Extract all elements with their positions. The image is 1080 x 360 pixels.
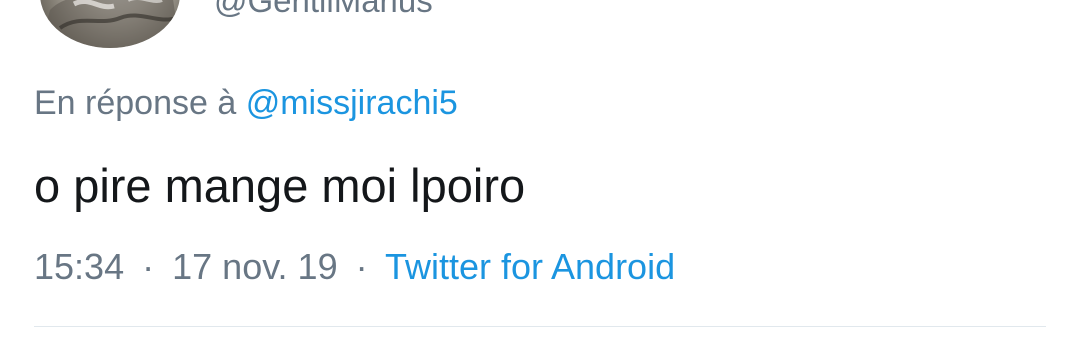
reply-mention-link[interactable]: @missjirachi5 xyxy=(246,84,458,122)
meta-separator: · xyxy=(355,246,368,287)
tweet-time: 15:34 xyxy=(34,246,125,287)
reply-prefix: En réponse à xyxy=(34,84,237,122)
reply-context: En réponse à @missjirachi5 xyxy=(34,84,458,122)
tweet-meta: 15:34 · 17 nov. 19 · Twitter for Android xyxy=(34,247,675,287)
tweet-detail: @GentilMarius En réponse à @missjirachi5… xyxy=(0,0,1080,360)
tweet-source-link[interactable]: Twitter for Android xyxy=(385,246,675,287)
author-handle[interactable]: @GentilMarius xyxy=(214,0,433,17)
divider xyxy=(34,326,1046,327)
avatar[interactable] xyxy=(40,0,180,48)
tweet-date: 17 nov. 19 xyxy=(172,246,338,287)
meta-separator: · xyxy=(142,246,155,287)
tweet-text: o pire mange moi lpoiro xyxy=(34,159,526,212)
avatar-image xyxy=(40,0,180,48)
